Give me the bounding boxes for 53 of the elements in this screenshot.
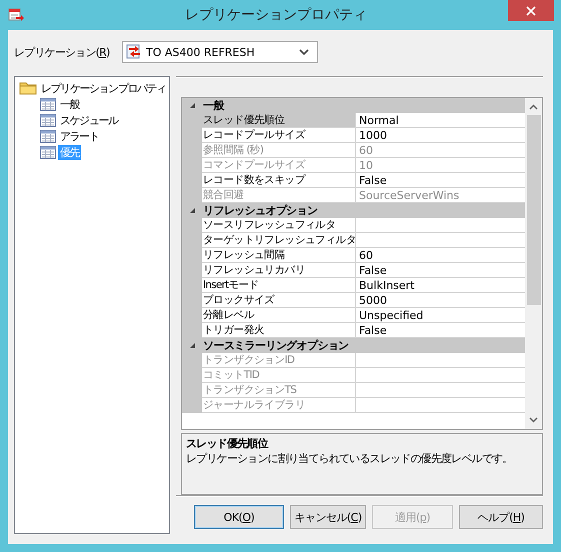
- category-label: 一般: [202, 98, 224, 113]
- property-value[interactable]: 5000: [356, 293, 525, 308]
- property-name[interactable]: ソースリフレッシュフィルタ: [202, 218, 356, 233]
- property-name[interactable]: リフレッシュリカバリ: [202, 263, 356, 278]
- property-value[interactable]: False: [356, 263, 525, 278]
- replication-label: レプリケーション(R): [14, 44, 110, 60]
- property-name[interactable]: ブロックサイズ: [202, 293, 356, 308]
- collapse-icon[interactable]: [188, 102, 196, 109]
- scrollbar-thumb[interactable]: [526, 115, 540, 305]
- property-name[interactable]: スレッド優先順位: [202, 113, 356, 128]
- property-name[interactable]: レコード数をスキップ: [202, 173, 356, 188]
- replication-dropdown[interactable]: TO AS400 REFRESH: [122, 41, 318, 63]
- dialog-button[interactable]: ヘルプ(H): [459, 505, 543, 529]
- dialog-button[interactable]: OK(O): [194, 505, 284, 529]
- property-name[interactable]: レコードプールサイズ: [202, 128, 356, 143]
- property-value[interactable]: False: [356, 173, 525, 188]
- scrollbar[interactable]: [525, 98, 542, 429]
- category-row[interactable]: ソースミラーリングオプション: [182, 338, 525, 353]
- tree-item[interactable]: レプリケーションプロパティ: [39, 80, 168, 96]
- tree-item[interactable]: スケジュール: [58, 112, 120, 128]
- category-row[interactable]: 一般: [182, 98, 525, 113]
- description-text: レプリケーションに割り当てられているスレッドの優先度レベルです。: [186, 451, 514, 466]
- window-title: レプリケーションプロパティ: [184, 6, 368, 24]
- category-label: リフレッシュオプション: [202, 203, 318, 218]
- scroll-up-icon[interactable]: [529, 104, 538, 110]
- property-value[interactable]: 1000: [356, 128, 525, 143]
- category-row[interactable]: リフレッシュオプション: [182, 203, 525, 218]
- category-label: ソースミラーリングオプション: [202, 338, 349, 353]
- collapse-icon[interactable]: [188, 342, 196, 349]
- property-value[interactable]: BulkInsert: [356, 278, 525, 293]
- property-name[interactable]: Insertモード: [202, 278, 356, 293]
- close-button[interactable]: [508, 0, 554, 21]
- table-icon: [40, 114, 56, 126]
- scroll-down-icon[interactable]: [529, 417, 538, 423]
- row-gutter: [182, 398, 202, 413]
- description-title: スレッド優先順位: [186, 436, 270, 451]
- tree-item[interactable]: 一般: [58, 96, 82, 112]
- property-value[interactable]: Normal: [356, 113, 525, 128]
- property-name[interactable]: リフレッシュ間隔: [202, 248, 356, 263]
- property-name[interactable]: ターゲットリフレッシュフィルタ: [202, 233, 356, 248]
- property-value[interactable]: Unspecified: [356, 308, 525, 323]
- table-icon: [40, 98, 56, 110]
- tree-item[interactable]: アラート: [58, 128, 100, 144]
- property-name[interactable]: 分離レベル: [202, 308, 356, 323]
- property-value[interactable]: 60: [356, 248, 525, 263]
- table-icon: [40, 130, 56, 142]
- replication-icon: [125, 43, 143, 61]
- collapse-icon[interactable]: [188, 207, 196, 214]
- chevron-icon: [299, 48, 309, 56]
- app-icon: [8, 8, 24, 22]
- table-icon: [40, 146, 56, 158]
- close-icon: [526, 6, 536, 16]
- dialog-button[interactable]: キャンセル(C): [290, 505, 366, 529]
